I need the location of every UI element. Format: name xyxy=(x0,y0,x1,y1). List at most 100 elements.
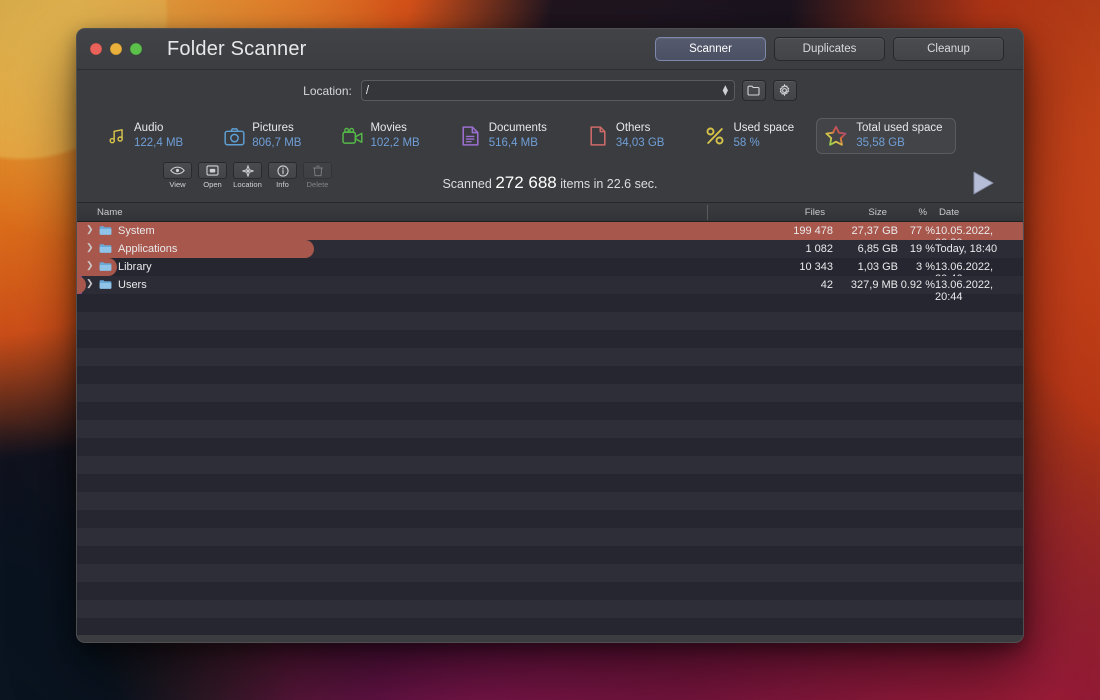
disclosure-triangle-icon[interactable]: ❯ xyxy=(86,242,94,253)
empty-table-row xyxy=(77,546,1023,564)
folder-icon xyxy=(99,261,112,272)
total-label: Total used space xyxy=(856,121,942,136)
tab-duplicates[interactable]: Duplicates xyxy=(774,37,885,61)
column-divider xyxy=(707,205,708,220)
window-titlebar: Folder Scanner Scanner Duplicates Cleanu… xyxy=(77,29,1023,70)
empty-table-row xyxy=(77,510,1023,528)
category-pictures: Pictures 806,7 MB xyxy=(223,121,301,150)
row-name: Library xyxy=(118,261,152,273)
empty-table-row xyxy=(77,330,1023,348)
column-header-name[interactable]: Name xyxy=(97,207,123,218)
column-header-pct[interactable]: % xyxy=(918,207,927,218)
tab-scanner[interactable]: Scanner xyxy=(655,37,766,61)
disclosure-triangle-icon[interactable]: ❯ xyxy=(86,224,94,235)
file-icon xyxy=(587,125,609,147)
folder-scanner-window: Folder Scanner Scanner Duplicates Cleanu… xyxy=(76,28,1024,643)
category-value: 34,03 GB xyxy=(616,136,665,151)
location-label: Location: xyxy=(303,84,352,98)
category-label: Pictures xyxy=(252,121,301,136)
category-value: 122,4 MB xyxy=(134,136,183,151)
row-pct: 19 % xyxy=(899,243,935,255)
gear-icon xyxy=(778,84,791,97)
empty-table-row xyxy=(77,582,1023,600)
settings-button[interactable] xyxy=(773,80,797,101)
category-value: 806,7 MB xyxy=(252,136,301,151)
category-label: Used space xyxy=(733,121,794,136)
category-used-space: Used space 58 % xyxy=(704,121,794,150)
tab-cleanup[interactable]: Cleanup xyxy=(893,37,1004,61)
empty-table-row xyxy=(77,438,1023,456)
percent-icon xyxy=(704,125,726,147)
location-bar: Location: / ▲▼ xyxy=(77,70,1023,111)
chevron-updown-icon[interactable]: ▲▼ xyxy=(721,85,730,96)
empty-table-row xyxy=(77,366,1023,384)
category-label: Others xyxy=(616,121,665,136)
column-header-date[interactable]: Date xyxy=(939,207,1001,218)
table-header: Name Files Size % Date xyxy=(77,203,1023,222)
document-icon xyxy=(460,125,482,147)
table-row[interactable]: ❯Applications1 0826,85 GB19 %Today, 18:4… xyxy=(77,240,1023,258)
category-documents: Documents 516,4 MB xyxy=(460,121,547,150)
category-label: Documents xyxy=(489,121,547,136)
row-name: Applications xyxy=(118,243,177,255)
traffic-lights xyxy=(90,43,142,55)
row-size: 327,9 MB xyxy=(836,279,898,291)
empty-table-row xyxy=(77,348,1023,366)
row-size-bar xyxy=(77,240,314,258)
scan-count: 272 688 xyxy=(495,173,556,192)
column-header-files[interactable]: Files xyxy=(805,207,825,218)
minimize-button[interactable] xyxy=(110,43,122,55)
mode-segmented-control: Scanner Duplicates Cleanup xyxy=(655,37,1004,61)
total-value: 35,58 GB xyxy=(856,136,942,151)
folder-icon xyxy=(99,225,112,236)
browse-folder-button[interactable] xyxy=(742,80,766,101)
table-row[interactable]: ❯Library10 3431,03 GB3 %13.06.2022, 20:4… xyxy=(77,258,1023,276)
folder-icon xyxy=(99,279,112,290)
disclosure-triangle-icon[interactable]: ❯ xyxy=(86,278,94,289)
scan-status: Scanned 272 688 items in 22.6 sec. xyxy=(77,173,1023,193)
row-files: 1 082 xyxy=(753,243,833,255)
category-value: 58 % xyxy=(733,136,794,151)
row-date: Today, 18:40 xyxy=(935,243,1009,255)
window-bottom-edge xyxy=(77,622,1023,635)
category-value: 102,2 MB xyxy=(370,136,419,151)
zoom-button[interactable] xyxy=(130,43,142,55)
start-scan-button[interactable] xyxy=(963,169,1003,196)
row-pct: 0.92 % xyxy=(899,279,935,291)
file-table-body[interactable]: ❯System199 47827,37 GB77 %10.05.2022, 00… xyxy=(77,222,1023,622)
folder-icon xyxy=(99,261,112,272)
action-toolbar: View Open xyxy=(77,161,1023,203)
category-others: Others 34,03 GB xyxy=(587,121,665,150)
row-pct: 77 % xyxy=(899,225,935,237)
row-files: 10 343 xyxy=(753,261,833,273)
row-name: System xyxy=(118,225,155,237)
empty-table-row xyxy=(77,474,1023,492)
location-value: / xyxy=(366,85,369,97)
row-pct: 3 % xyxy=(899,261,935,273)
table-row[interactable]: ❯System199 47827,37 GB77 %10.05.2022, 00… xyxy=(77,222,1023,240)
category-value: 516,4 MB xyxy=(489,136,547,151)
category-label: Movies xyxy=(370,121,419,136)
folder-icon xyxy=(747,85,760,96)
folder-icon xyxy=(99,279,112,290)
empty-table-row xyxy=(77,492,1023,510)
category-movies: Movies 102,2 MB xyxy=(341,121,419,150)
row-name: Users xyxy=(118,279,147,291)
star-icon xyxy=(825,125,847,147)
folder-icon xyxy=(99,243,112,254)
category-audio: Audio 122,4 MB xyxy=(105,121,183,150)
disclosure-triangle-icon[interactable]: ❯ xyxy=(86,260,94,271)
empty-table-row xyxy=(77,384,1023,402)
desktop-background: Folder Scanner Scanner Duplicates Cleanu… xyxy=(0,0,1100,700)
location-input[interactable]: / ▲▼ xyxy=(361,80,735,101)
table-row[interactable]: ❯Users42327,9 MB0.92 %13.06.2022, 20:44 xyxy=(77,276,1023,294)
empty-table-row xyxy=(77,618,1023,622)
empty-table-row xyxy=(77,294,1023,312)
column-header-size[interactable]: Size xyxy=(868,207,887,218)
category-label: Audio xyxy=(134,121,183,136)
close-button[interactable] xyxy=(90,43,102,55)
empty-table-row xyxy=(77,600,1023,618)
empty-table-row xyxy=(77,420,1023,438)
category-stats: Audio 122,4 MB Pictures 806,7 MB xyxy=(77,111,1023,161)
total-used-space-badge[interactable]: Total used space 35,58 GB xyxy=(816,118,955,154)
